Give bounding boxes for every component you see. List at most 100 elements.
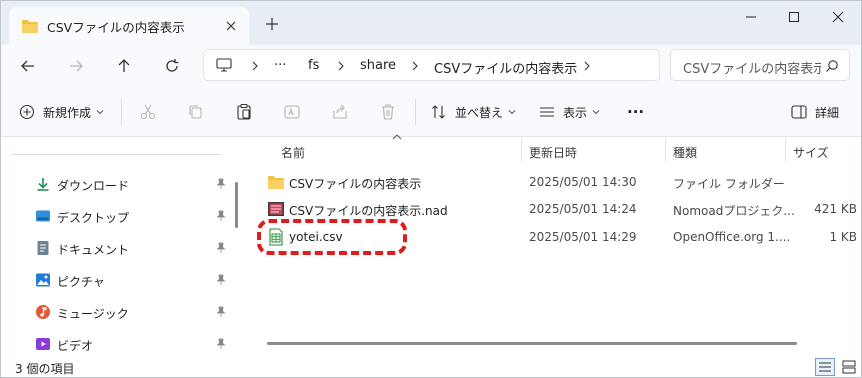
tab-title: CSVファイルの内容表示 bbox=[47, 19, 185, 35]
column-header-type[interactable]: 種類 bbox=[673, 138, 697, 164]
view-button[interactable]: 表示 bbox=[539, 101, 600, 123]
file-type: Nomoadプロジェク... bbox=[673, 204, 795, 218]
column-header-modified[interactable]: 更新日時 bbox=[529, 138, 577, 164]
address-bar[interactable]: ··· fs share CSVファイルの内容表示 bbox=[203, 49, 660, 81]
back-arrow-icon[interactable] bbox=[19, 57, 37, 75]
cut-icon[interactable] bbox=[139, 103, 157, 121]
tab-current-folder[interactable]: CSVファイルの内容表示 bbox=[9, 7, 249, 45]
computer-icon[interactable] bbox=[216, 58, 232, 73]
more-options-button[interactable]: ··· bbox=[627, 101, 644, 123]
toolbar-divider bbox=[121, 99, 122, 125]
pin-icon[interactable] bbox=[215, 178, 227, 190]
sidebar-item-documents[interactable]: ドキュメント bbox=[1, 234, 233, 262]
forward-arrow-icon[interactable] bbox=[67, 57, 85, 75]
file-size: 1 KB bbox=[829, 230, 857, 244]
search-box[interactable]: CSVファイルの内容表示の検索 bbox=[670, 49, 850, 81]
view-button-label: 表示 bbox=[563, 105, 588, 120]
status-bar: 3 個の項目 bbox=[1, 355, 861, 377]
chevron-right-icon[interactable] bbox=[336, 60, 346, 72]
file-type: ファイル フォルダー bbox=[673, 177, 785, 191]
document-icon bbox=[37, 241, 49, 255]
download-icon bbox=[37, 178, 49, 191]
chevron-down-icon bbox=[508, 110, 516, 115]
sidebar-item-desktop[interactable]: デスクトップ bbox=[1, 202, 233, 230]
new-tab-icon[interactable] bbox=[263, 15, 281, 33]
title-bar: CSVファイルの内容表示 bbox=[1, 1, 861, 45]
file-name: CSVファイルの内容表示 bbox=[289, 177, 422, 191]
new-button[interactable]: 新規作成 bbox=[19, 101, 104, 123]
desktop-icon bbox=[36, 210, 50, 222]
tiles-view-icon[interactable] bbox=[839, 358, 859, 376]
pin-icon[interactable] bbox=[215, 210, 227, 222]
sidebar-item-label: ビデオ bbox=[57, 339, 94, 353]
video-icon bbox=[36, 338, 50, 350]
sidebar-item-label: ダウンロード bbox=[57, 179, 130, 193]
folder-icon bbox=[22, 20, 38, 33]
up-arrow-icon[interactable] bbox=[115, 57, 133, 75]
file-explorer-window: CSVファイルの内容表示 ··· fs share CSVファイルの内容表示 C… bbox=[0, 0, 862, 378]
pin-icon[interactable] bbox=[215, 306, 227, 318]
file-modified: 2025/05/01 14:30 bbox=[529, 175, 637, 189]
item-count: 3 個の項目 bbox=[15, 362, 75, 376]
chevron-right-icon[interactable] bbox=[582, 60, 592, 72]
rename-icon[interactable] bbox=[283, 103, 301, 121]
chevron-right-icon[interactable] bbox=[410, 60, 420, 72]
search-icon[interactable] bbox=[825, 59, 839, 73]
sort-button[interactable]: 並べ替え bbox=[431, 101, 516, 123]
file-type: OpenOffice.org 1.... bbox=[673, 230, 791, 244]
pin-icon[interactable] bbox=[215, 274, 227, 286]
plus-circle-icon bbox=[19, 104, 35, 120]
column-header-name[interactable]: 名前 bbox=[281, 138, 305, 164]
copy-icon[interactable] bbox=[187, 103, 205, 121]
navigation-bar: ··· fs share CSVファイルの内容表示 CSVファイルの内容表示の検… bbox=[1, 45, 861, 85]
chevron-down-icon bbox=[96, 110, 104, 115]
sidebar-divider bbox=[11, 154, 221, 155]
file-row[interactable]: CSVファイルの内容表示 2025/05/01 14:30 ファイル フォルダー bbox=[249, 168, 861, 196]
maximize-icon[interactable] bbox=[786, 9, 802, 25]
horizontal-scrollbar[interactable] bbox=[267, 342, 797, 345]
delete-icon[interactable] bbox=[379, 103, 397, 121]
file-modified: 2025/05/01 14:24 bbox=[529, 202, 637, 216]
close-tab-icon[interactable] bbox=[223, 18, 239, 34]
file-modified: 2025/05/01 14:29 bbox=[529, 230, 637, 244]
refresh-icon[interactable] bbox=[163, 57, 181, 75]
breadcrumb-ellipsis[interactable]: ··· bbox=[274, 58, 286, 73]
minimize-icon[interactable] bbox=[743, 9, 759, 25]
chevron-right-icon[interactable] bbox=[250, 60, 260, 72]
details-view-icon[interactable] bbox=[815, 358, 835, 376]
highlight-annotation bbox=[257, 219, 407, 255]
sort-button-label: 並べ替え bbox=[455, 105, 504, 120]
command-bar: 新規作成 並べ替え 表示 ··· 詳細 bbox=[1, 85, 861, 137]
column-header-size[interactable]: サイズ bbox=[793, 138, 829, 164]
sidebar-scrollbar[interactable] bbox=[235, 182, 238, 228]
details-pane-button[interactable]: 詳細 bbox=[791, 101, 839, 123]
paste-icon[interactable] bbox=[235, 103, 253, 121]
breadcrumb-current-folder[interactable]: CSVファイルの内容表示 bbox=[434, 58, 577, 77]
details-pane-label: 詳細 bbox=[815, 105, 840, 120]
pin-icon[interactable] bbox=[215, 242, 227, 254]
sidebar-item-pictures[interactable]: ピクチャ bbox=[1, 266, 233, 294]
breadcrumb-share[interactable]: share bbox=[360, 58, 396, 73]
chevron-down-icon bbox=[592, 110, 600, 115]
new-button-label: 新規作成 bbox=[43, 105, 92, 120]
sidebar-item-music[interactable]: ミュージック bbox=[1, 298, 233, 326]
music-icon bbox=[36, 305, 50, 319]
sidebar-item-label: ピクチャ bbox=[57, 275, 105, 289]
sort-ascending-icon bbox=[392, 134, 402, 140]
sidebar-item-label: デスクトップ bbox=[57, 211, 130, 225]
breadcrumb-fs[interactable]: fs bbox=[308, 58, 319, 73]
sidebar-item-videos[interactable]: ビデオ bbox=[1, 330, 233, 358]
sidebar-item-downloads[interactable]: ダウンロード bbox=[1, 170, 233, 198]
sidebar-item-label: ミュージック bbox=[57, 307, 129, 321]
share-icon[interactable] bbox=[331, 103, 349, 121]
column-divider[interactable] bbox=[665, 138, 666, 162]
search-input[interactable]: CSVファイルの内容表示の検索 bbox=[683, 58, 821, 77]
sidebar-item-label: ドキュメント bbox=[57, 243, 130, 257]
close-window-icon[interactable] bbox=[830, 9, 846, 25]
column-divider[interactable] bbox=[785, 138, 786, 162]
file-size: 421 KB bbox=[814, 202, 857, 216]
pin-icon[interactable] bbox=[215, 338, 227, 350]
pictures-icon bbox=[36, 273, 50, 287]
column-divider[interactable] bbox=[521, 138, 522, 162]
nad-file-icon bbox=[268, 202, 284, 216]
